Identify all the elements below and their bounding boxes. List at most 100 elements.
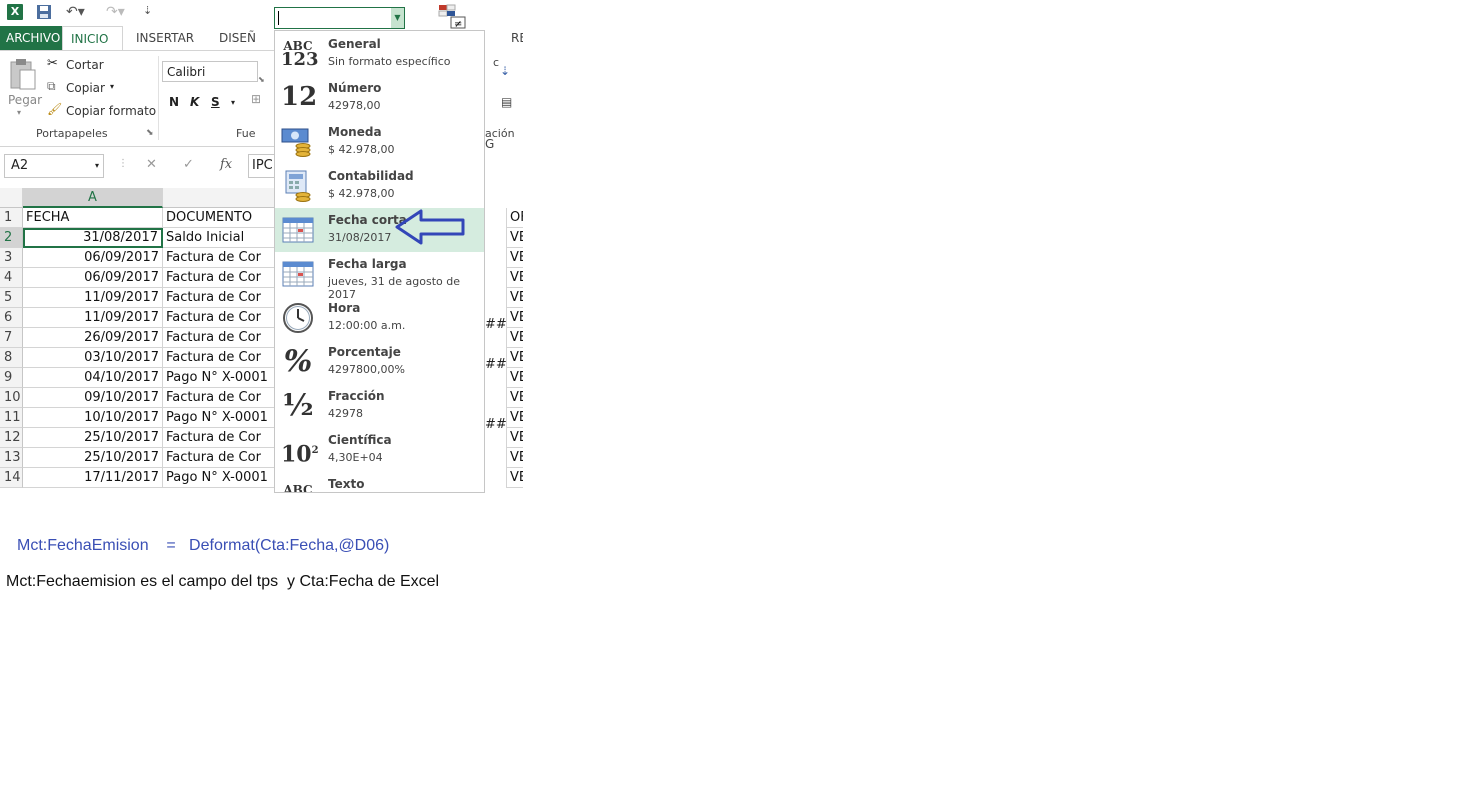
cell-date[interactable]: 06/09/2017 [23, 248, 163, 268]
row-header[interactable]: 12 [0, 428, 23, 448]
format-option[interactable]: ABC Texto [275, 472, 484, 492]
cell-date[interactable]: 25/10/2017 [23, 428, 163, 448]
table-format-icon[interactable]: ▤ [501, 95, 512, 109]
cell-document[interactable]: Factura de Cor [163, 248, 275, 268]
tab-inicio[interactable]: INICIO [62, 26, 123, 51]
cell-document[interactable]: Factura de Cor [163, 428, 275, 448]
row-header[interactable]: 7 [0, 328, 23, 348]
tab-archivo[interactable]: ARCHIVO [0, 26, 67, 50]
row-header[interactable]: 13 [0, 448, 23, 468]
underline-dropdown-icon[interactable]: ▾ [231, 98, 235, 107]
paste-icon[interactable] [8, 58, 38, 96]
format-option[interactable]: Fecha larga jueves, 31 de agosto de 2017 [275, 252, 484, 301]
select-all-corner[interactable] [0, 188, 23, 208]
format-option[interactable]: 102 Científica 4,30E+04 [275, 428, 484, 472]
cell-right-column[interactable]: VE [506, 408, 523, 428]
name-box-dropdown-icon[interactable]: ▾ [95, 155, 99, 177]
format-option[interactable]: Hora 12:00:00 a.m. [275, 296, 484, 340]
cell-date[interactable]: 06/09/2017 [23, 268, 163, 288]
cell-right-column[interactable]: VE [506, 328, 523, 348]
font-name-input[interactable]: Calibri [162, 61, 258, 82]
cell-document[interactable]: Factura de Cor [163, 348, 275, 368]
cell-right-column[interactable]: VE [506, 268, 523, 288]
cell-right-column[interactable]: VE [506, 428, 523, 448]
font-dialog-launcher-icon[interactable]: ⬊ [258, 75, 265, 84]
scissors-icon[interactable]: ✂ [47, 56, 58, 71]
name-box[interactable]: A2 ▾ [4, 154, 104, 178]
row-header[interactable]: 1 [0, 208, 23, 228]
save-icon[interactable] [36, 4, 52, 24]
format-option[interactable]: Contabilidad $ 42.978,00 [275, 164, 484, 208]
cell-right-column[interactable]: VE [506, 368, 523, 388]
customize-qat-icon[interactable]: ⇣ [143, 4, 152, 17]
cell-right-column[interactable]: OF [506, 208, 523, 228]
cell-right-column[interactable]: VE [506, 288, 523, 308]
cell-right-column[interactable]: VE [506, 228, 523, 248]
cell-date[interactable]: 09/10/2017 [23, 388, 163, 408]
row-header[interactable]: 8 [0, 348, 23, 368]
cell-document[interactable]: Saldo Inicial [163, 228, 275, 248]
copiar-dropdown-icon[interactable]: ▾ [110, 82, 114, 91]
cell-right-column[interactable]: VE [506, 448, 523, 468]
cancel-entry-icon[interactable]: ✕ [146, 157, 157, 172]
cell-document[interactable]: Pago N° X-0001 [163, 408, 275, 428]
cell-date[interactable]: 31/08/2017 [23, 228, 163, 248]
cell-date[interactable]: 17/11/2017 [23, 468, 163, 488]
confirm-entry-icon[interactable]: ✓ [183, 157, 194, 172]
number-format-combobox[interactable]: ▼ [274, 7, 405, 29]
dialog-launcher-icon[interactable]: ⬊ [146, 128, 154, 138]
cell-right-column[interactable]: VE [506, 468, 523, 488]
format-option[interactable]: % Porcentaje 4297800,00% [275, 340, 484, 384]
combo-dropdown-icon[interactable]: ▼ [391, 8, 404, 28]
cell-document[interactable]: Pago N° X-0001 [163, 468, 275, 488]
format-option[interactable]: ½ Fracción 42978 [275, 384, 484, 428]
row-header[interactable]: 6 [0, 308, 23, 328]
cell-date[interactable]: 26/09/2017 [23, 328, 163, 348]
pegar-label[interactable]: Pegar [8, 93, 42, 107]
tab-revisar-partial[interactable]: RE [511, 31, 523, 45]
cortar-button[interactable]: Cortar [66, 58, 104, 72]
formula-input[interactable]: IPCI [248, 154, 275, 178]
row-header[interactable]: 10 [0, 388, 23, 408]
cell-right-column[interactable]: VE [506, 308, 523, 328]
insert-function-icon[interactable]: fx [220, 157, 232, 172]
cell-date[interactable]: 11/09/2017 [23, 308, 163, 328]
insert-icon[interactable]: ⇣ [500, 64, 510, 78]
cell-document[interactable]: Factura de Cor [163, 268, 275, 288]
tab-diseno[interactable]: DISEÑ [211, 26, 267, 50]
cell-documento-header[interactable]: DOCUMENTO [163, 208, 275, 228]
row-header[interactable]: 2 [0, 228, 23, 248]
row-header[interactable]: 14 [0, 468, 23, 488]
cell-date[interactable]: 25/10/2017 [23, 448, 163, 468]
copy-icon[interactable]: ⧉ [47, 79, 56, 94]
format-option[interactable]: Moneda $ 42.978,00 [275, 120, 484, 164]
copiar-formato-button[interactable]: Copiar formato [66, 104, 156, 118]
conditional-format-icon[interactable]: ≠ [437, 3, 467, 33]
pegar-dropdown-icon[interactable]: ▾ [17, 108, 21, 117]
row-header[interactable]: 4 [0, 268, 23, 288]
row-header[interactable]: 9 [0, 368, 23, 388]
cell-document[interactable]: Factura de Cor [163, 308, 275, 328]
redo-icon[interactable]: ↷▾ [106, 4, 125, 20]
cell-document[interactable]: Factura de Cor [163, 448, 275, 468]
cell-date[interactable]: 03/10/2017 [23, 348, 163, 368]
column-header-a[interactable]: A [23, 188, 163, 208]
tab-insertar[interactable]: INSERTAR [128, 26, 202, 50]
cell-fecha-header[interactable]: FECHA [23, 208, 163, 228]
cell-date[interactable]: 10/10/2017 [23, 408, 163, 428]
bold-button[interactable]: N [169, 95, 179, 109]
cell-document[interactable]: Pago N° X-0001 [163, 368, 275, 388]
underline-button[interactable]: S [211, 95, 220, 109]
undo-icon[interactable]: ↶▾ [66, 4, 85, 20]
format-option[interactable]: ABC 123 General Sin formato específico [275, 32, 484, 76]
cell-document[interactable]: Factura de Cor [163, 388, 275, 408]
borders-icon[interactable]: ⊞ [251, 92, 261, 106]
column-header-b[interactable] [163, 188, 275, 208]
cell-right-column[interactable]: VE [506, 348, 523, 368]
cell-right-column[interactable]: VE [506, 248, 523, 268]
format-painter-icon[interactable]: 🖌 [47, 102, 62, 116]
copiar-button[interactable]: Copiar [66, 81, 105, 95]
format-option[interactable]: 12 Número 42978,00 [275, 76, 484, 120]
cell-right-column[interactable]: VE [506, 388, 523, 408]
italic-button[interactable]: K [190, 95, 199, 109]
